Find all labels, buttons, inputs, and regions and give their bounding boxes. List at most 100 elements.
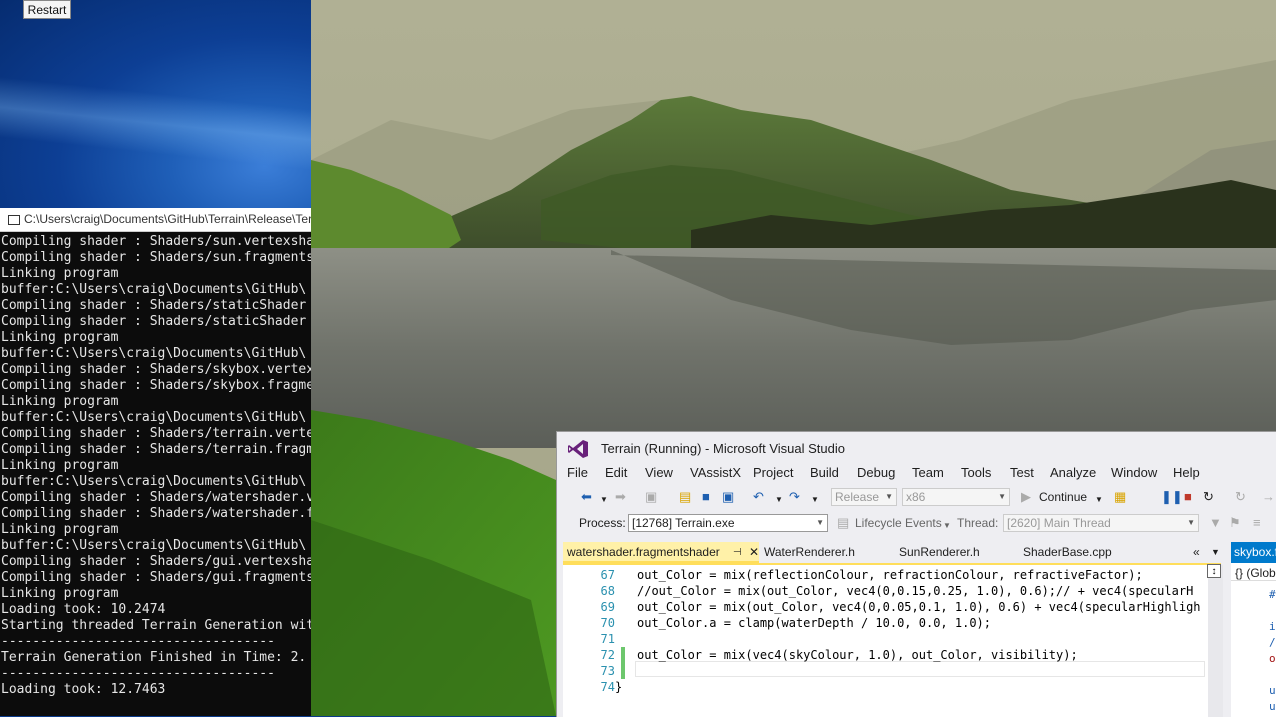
console-line: Loading took: 12.7463: [1, 682, 166, 697]
scroll-tabs-left-icon[interactable]: «: [1193, 542, 1200, 563]
line-number: 72: [600, 648, 615, 662]
chevron-down-icon: ▼: [1187, 518, 1195, 527]
step-into-icon[interactable]: →: [1262, 489, 1275, 505]
redo-icon[interactable]: ↷: [789, 489, 800, 505]
menu-edit[interactable]: Edit: [605, 462, 627, 484]
threads-icon[interactable]: ≡: [1253, 515, 1261, 531]
navigate-forward-icon[interactable]: ➡: [615, 489, 626, 505]
console-window[interactable]: C:\Users\craig\Documents\GitHub\Terrain\…: [0, 208, 311, 716]
console-line: Compiling shader : Shaders/skybox.vertex…: [1, 362, 311, 377]
console-line: Compiling shader : Shaders/staticShader: [1, 298, 307, 313]
console-line: buffer:C:\Users\craig\Documents\GitHub\: [1, 346, 307, 361]
tab-dropdown-icon[interactable]: ▼: [1211, 542, 1220, 563]
tab-watershader-fragmentshader[interactable]: watershader.fragmentshader ⊣ ✕: [563, 542, 759, 563]
code-line: 69 out_Color = mix(out_Color, vec4(0,0.05…: [563, 599, 1203, 615]
line-number: 73: [600, 664, 615, 678]
menu-help[interactable]: Help: [1173, 462, 1200, 484]
close-icon[interactable]: ✕: [749, 542, 759, 563]
tab-shaderbase-cpp[interactable]: ShaderBase.cpp: [1023, 542, 1143, 563]
menu-debug[interactable]: Debug: [857, 462, 895, 484]
console-line: Loading took: 10.2474: [1, 602, 166, 617]
navigate-back-icon[interactable]: ⬅: [581, 489, 592, 505]
pin-icon[interactable]: ⊣: [733, 542, 742, 563]
filter-icon[interactable]: ▼: [1209, 515, 1222, 531]
console-line: Linking program: [1, 586, 119, 601]
thread-dropdown[interactable]: [2620] Main Thread ▼: [1003, 514, 1199, 532]
console-line: Starting threaded Terrain Generation wit…: [1, 618, 311, 633]
visual-studio-window[interactable]: Terrain (Running) - Microsoft Visual Stu…: [556, 431, 1276, 717]
standard-toolbar: ⬅ ▼ ➡ ▣ ▤ ■ ▣ ↶ ▼ ↷ ▼ Release ▼ x86 ▼ ▶ Co…: [557, 484, 1276, 510]
break-all-icon[interactable]: ❚❚: [1161, 489, 1183, 505]
menu-team[interactable]: Team: [912, 462, 944, 484]
console-line: Compiling shader : Shaders/watershader.v…: [1, 490, 311, 505]
vs-titlebar[interactable]: Terrain (Running) - Microsoft Visual Stu…: [557, 432, 1276, 464]
wallpaper-light-streak: [0, 73, 311, 177]
tab-label: SunRenderer.h: [899, 545, 980, 559]
process-value: [12768] Terrain.exe: [632, 516, 735, 530]
save-icon[interactable]: ■: [702, 489, 710, 505]
console-line: Linking program: [1, 266, 119, 281]
console-line: Compiling shader : Shaders/terrain.fragm…: [1, 442, 311, 457]
undo-dropdown-icon[interactable]: ▼: [775, 492, 783, 508]
restart-button[interactable]: Restart: [23, 0, 71, 19]
tab-waterrenderer-h[interactable]: WaterRenderer.h: [764, 542, 884, 563]
code-line: 68 //out_Color = mix(out_Color, vec4(0,0.…: [563, 583, 1203, 599]
tab-sunrenderer-h[interactable]: SunRenderer.h: [899, 542, 1009, 563]
menu-vassistx[interactable]: VAssistX: [690, 462, 741, 484]
debug-location-toolbar: Process: [12768] Terrain.exe ▼ ▤ Lifecycl…: [557, 510, 1276, 536]
console-line: Linking program: [1, 330, 119, 345]
line-number: 71: [600, 632, 615, 646]
desktop-background: Restart: [0, 0, 311, 208]
code-text: //out_Color = mix(out_Color, vec4(0,0.15…: [637, 584, 1194, 598]
menu-analyze[interactable]: Analyze: [1050, 462, 1096, 484]
line-number: 68: [600, 584, 615, 598]
stop-debugging-icon[interactable]: ■: [1184, 489, 1192, 505]
platform-dropdown[interactable]: x86 ▼: [902, 488, 1010, 506]
show-next-statement-icon[interactable]: ↻: [1235, 489, 1246, 505]
configuration-dropdown[interactable]: Release ▼: [831, 488, 897, 506]
process-label: Process:: [579, 516, 626, 530]
split-window-icon[interactable]: ↕: [1207, 564, 1221, 578]
vertical-scrollbar[interactable]: [1208, 565, 1223, 717]
play-icon[interactable]: ▶: [1021, 489, 1031, 505]
lightning-icon[interactable]: ▦: [1114, 489, 1126, 505]
chevron-down-icon: ▼: [885, 492, 893, 501]
code-editor[interactable]: 67 out_Color = mix(reflectionColour, refr…: [563, 563, 1223, 717]
continue-dropdown-icon[interactable]: ▼: [1095, 492, 1103, 508]
code-text: out_Color = mix(out_Color, vec4(0,0.05,0…: [637, 600, 1201, 614]
undo-icon[interactable]: ↶: [753, 489, 764, 505]
restart-icon[interactable]: ↻: [1203, 489, 1214, 505]
open-file-icon[interactable]: ▤: [679, 489, 691, 505]
visual-studio-logo-icon: [568, 440, 588, 458]
menu-build[interactable]: Build: [810, 462, 839, 484]
platform-value: x86: [906, 490, 926, 504]
save-all-icon[interactable]: ▣: [722, 489, 734, 505]
console-line: Terrain Generation Finished in Time: 2.: [1, 650, 307, 665]
menu-window[interactable]: Window: [1111, 462, 1157, 484]
code-line: 70 out_Color.a = clamp(waterDepth / 10.0,…: [563, 615, 1203, 631]
configuration-value: Release: [835, 490, 880, 504]
console-titlebar[interactable]: C:\Users\craig\Documents\GitHub\Terrain\…: [0, 208, 311, 232]
lifecycle-dropdown-icon[interactable]: ▼: [943, 518, 951, 534]
menu-test[interactable]: Test: [1010, 462, 1034, 484]
thread-label: Thread:: [957, 516, 999, 530]
menu-view[interactable]: View: [645, 462, 673, 484]
code-text: out_Color = mix(reflectionColour, refrac…: [637, 568, 1143, 582]
code-line: 73: [563, 663, 1203, 679]
console-line: buffer:C:\Users\craig\Documents\GitHub\: [1, 474, 307, 489]
new-project-icon[interactable]: ▣: [645, 489, 657, 505]
process-dropdown[interactable]: [12768] Terrain.exe ▼: [628, 514, 828, 532]
code-text: out_Color = mix(vec4(skyColour, 1.0), ou…: [637, 648, 1078, 662]
tab-label: WaterRenderer.h: [764, 545, 855, 559]
back-dropdown-icon[interactable]: ▼: [600, 492, 608, 508]
redo-dropdown-icon[interactable]: ▼: [811, 492, 819, 508]
continue-button[interactable]: Continue: [1039, 488, 1087, 506]
console-line: buffer:C:\Users\craig\Documents\GitHub\: [1, 410, 307, 425]
menu-file[interactable]: File: [567, 462, 588, 484]
lifecycle-events-button[interactable]: Lifecycle Events: [855, 514, 942, 532]
menu-project[interactable]: Project: [753, 462, 793, 484]
tab-skybox-fragmentshader[interactable]: skybox.f: [1231, 542, 1276, 563]
flag-threads-icon[interactable]: ⚑: [1229, 515, 1241, 531]
scope-dropdown[interactable]: {} (Glob: [1231, 565, 1276, 581]
menu-tools[interactable]: Tools: [961, 462, 991, 484]
